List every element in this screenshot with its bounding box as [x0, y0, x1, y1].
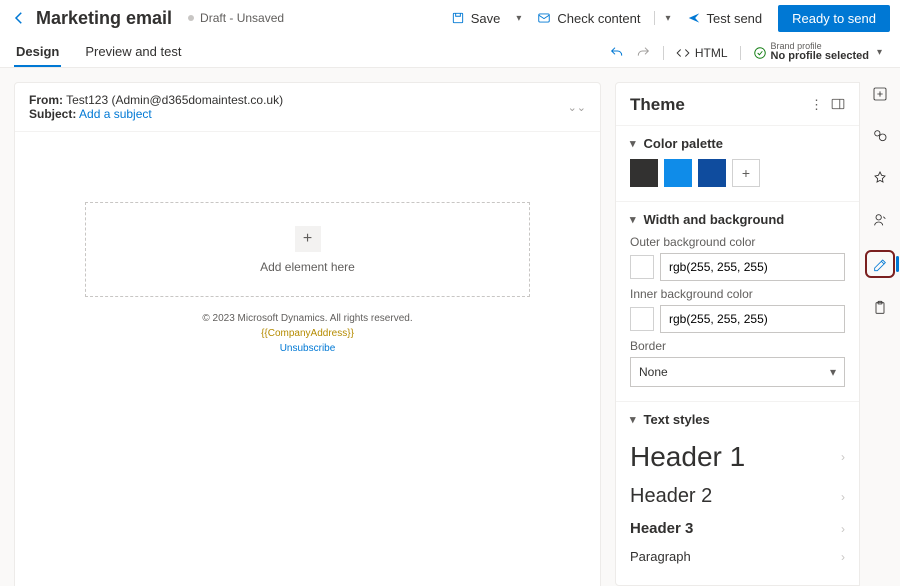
- check-content-button[interactable]: Check content: [529, 7, 648, 30]
- chevron-down-icon: ▾: [630, 137, 636, 150]
- theme-more-icon[interactable]: ⋮: [810, 97, 823, 113]
- border-value: None: [639, 365, 668, 379]
- page-title: Marketing email: [36, 8, 172, 29]
- width-bg-label: Width and background: [644, 212, 785, 227]
- chevron-down-icon: ▾: [630, 413, 636, 426]
- section-width-background[interactable]: ▾ Width and background: [630, 212, 845, 227]
- subject-label: Subject:: [29, 107, 76, 121]
- rail-theme-icon[interactable]: [865, 250, 895, 278]
- add-element-icon[interactable]: +: [295, 226, 321, 252]
- text-style-h1[interactable]: Header 1 ›: [630, 435, 845, 479]
- h2-label: Header 2: [630, 485, 712, 508]
- chevron-down-icon: ▾: [830, 365, 836, 379]
- html-toggle[interactable]: HTML: [676, 46, 728, 60]
- chevron-right-icon: ›: [841, 490, 845, 504]
- p-label: Paragraph: [630, 549, 691, 564]
- brand-profile-value: No profile selected: [771, 51, 869, 63]
- outer-bg-label: Outer background color: [630, 235, 845, 249]
- inner-bg-label: Inner background color: [630, 287, 845, 301]
- save-chevron-icon[interactable]: ▾: [512, 13, 525, 24]
- subject-link[interactable]: Add a subject: [79, 107, 152, 121]
- status-text: Draft - Unsaved: [200, 11, 284, 25]
- theme-panel: Theme ⋮ ▾ Color palette + ▾ Width and: [615, 82, 860, 586]
- palette-swatch-1[interactable]: [630, 159, 658, 187]
- chevron-right-icon: ›: [841, 450, 845, 464]
- check-content-label: Check content: [557, 11, 640, 26]
- footer-copyright: © 2023 Microsoft Dynamics. All rights re…: [15, 311, 600, 326]
- status-dot-icon: [188, 15, 194, 21]
- border-label: Border: [630, 339, 845, 353]
- rail-add-icon[interactable]: [868, 82, 892, 106]
- from-label: From:: [29, 93, 63, 107]
- brand-profile-selector[interactable]: Brand profile No profile selected ▾: [753, 42, 886, 63]
- chevron-down-icon: ▾: [630, 213, 636, 226]
- collapse-header-icon[interactable]: ⌄⌄: [568, 101, 586, 114]
- section-color-palette[interactable]: ▾ Color palette: [630, 136, 845, 151]
- footer-unsubscribe-link[interactable]: Unsubscribe: [15, 341, 600, 356]
- text-style-h2[interactable]: Header 2 ›: [630, 479, 845, 514]
- h3-label: Header 3: [630, 520, 693, 537]
- palette-label: Color palette: [644, 136, 723, 151]
- divider: [654, 11, 655, 25]
- inner-bg-input[interactable]: [660, 305, 845, 333]
- theme-title: Theme: [630, 95, 802, 115]
- text-styles-label: Text styles: [644, 412, 710, 427]
- h1-label: Header 1: [630, 441, 745, 473]
- inner-bg-swatch[interactable]: [630, 307, 654, 331]
- back-icon[interactable]: [10, 9, 28, 27]
- text-style-h3[interactable]: Header 3 ›: [630, 514, 845, 543]
- outer-bg-swatch[interactable]: [630, 255, 654, 279]
- divider: [740, 46, 741, 60]
- html-label: HTML: [695, 46, 728, 60]
- save-label: Save: [471, 11, 501, 26]
- text-style-paragraph[interactable]: Paragraph ›: [630, 543, 845, 570]
- undo-icon[interactable]: [609, 45, 625, 61]
- footer-company-token: {{CompanyAddress}}: [15, 326, 600, 341]
- rail-clipboard-icon[interactable]: [868, 296, 892, 320]
- outer-bg-input[interactable]: [660, 253, 845, 281]
- check-content-chevron-icon[interactable]: ▾: [661, 13, 674, 24]
- redo-icon[interactable]: [635, 45, 651, 61]
- right-rail: [860, 68, 900, 586]
- divider: [663, 46, 664, 60]
- test-send-button[interactable]: Test send: [679, 7, 771, 30]
- rail-elements-icon[interactable]: [868, 124, 892, 148]
- tab-preview[interactable]: Preview and test: [83, 38, 183, 67]
- from-value: Test123 (Admin@d365domaintest.co.uk): [66, 93, 283, 107]
- ready-to-send-button[interactable]: Ready to send: [778, 5, 890, 32]
- palette-swatch-2[interactable]: [664, 159, 692, 187]
- border-select[interactable]: None ▾: [630, 357, 845, 387]
- section-text-styles[interactable]: ▾ Text styles: [630, 412, 845, 427]
- tab-design[interactable]: Design: [14, 38, 61, 67]
- email-footer: © 2023 Microsoft Dynamics. All rights re…: [15, 311, 600, 356]
- chevron-right-icon: ›: [841, 550, 845, 564]
- theme-expand-icon[interactable]: [831, 98, 845, 113]
- email-canvas: From: Test123 (Admin@d365domaintest.co.u…: [14, 82, 601, 586]
- chevron-right-icon: ›: [841, 522, 845, 536]
- dropzone-label: Add element here: [260, 260, 355, 274]
- palette-add-button[interactable]: +: [732, 159, 760, 187]
- rail-personalize-icon[interactable]: [868, 208, 892, 232]
- save-button[interactable]: Save: [443, 7, 509, 30]
- element-dropzone[interactable]: + Add element here: [85, 202, 530, 297]
- rail-shape-icon[interactable]: [868, 166, 892, 190]
- brand-chevron-icon: ▾: [873, 47, 886, 58]
- palette-swatch-3[interactable]: [698, 159, 726, 187]
- test-send-label: Test send: [707, 11, 763, 26]
